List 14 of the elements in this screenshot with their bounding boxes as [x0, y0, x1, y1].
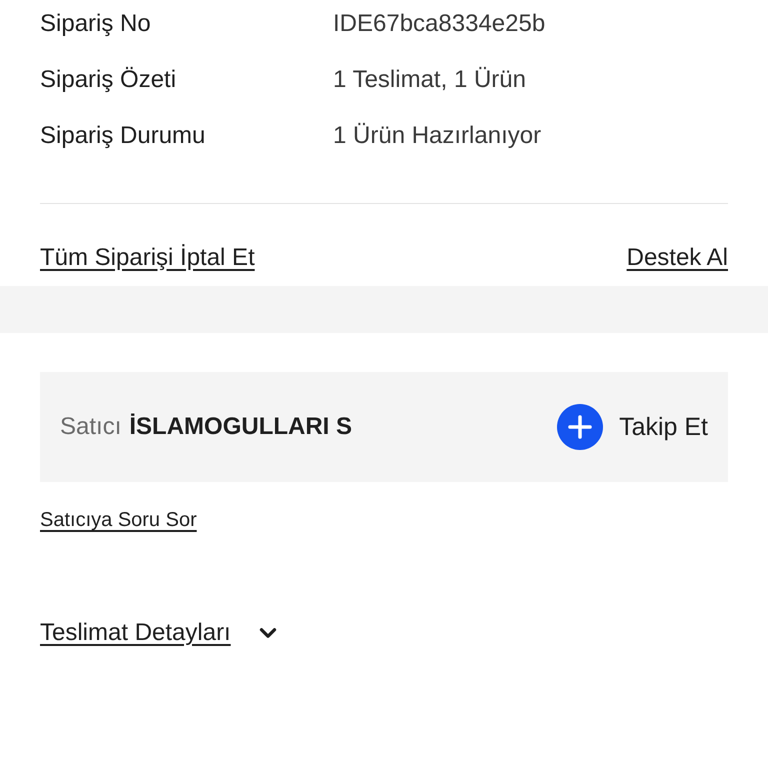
field-label: Sipariş Özeti: [40, 65, 178, 95]
delivery-details-toggle[interactable]: Teslimat Detayları: [40, 618, 281, 648]
field-label: Sipariş Durumu: [40, 121, 206, 151]
field-value: 1 Teslimat, 1 Ürün: [333, 65, 526, 95]
get-support-link[interactable]: Destek Al: [626, 243, 728, 273]
seller-name[interactable]: İSLAMOGULLARI S: [129, 412, 352, 442]
field-value: 1 Ürün Hazırlanıyor: [333, 121, 542, 151]
seller-label: Satıcı: [60, 412, 122, 442]
plus-icon: [557, 404, 604, 450]
cancel-order-link[interactable]: Tüm Siparişi İptal Et: [40, 243, 255, 273]
follow-button[interactable]: Takip Et: [557, 404, 708, 450]
ask-seller-link[interactable]: Satıcıya Soru Sor: [40, 507, 197, 533]
field-value: IDE67bca8334e25b: [333, 9, 546, 39]
field-label: Sipariş No: [40, 9, 152, 39]
